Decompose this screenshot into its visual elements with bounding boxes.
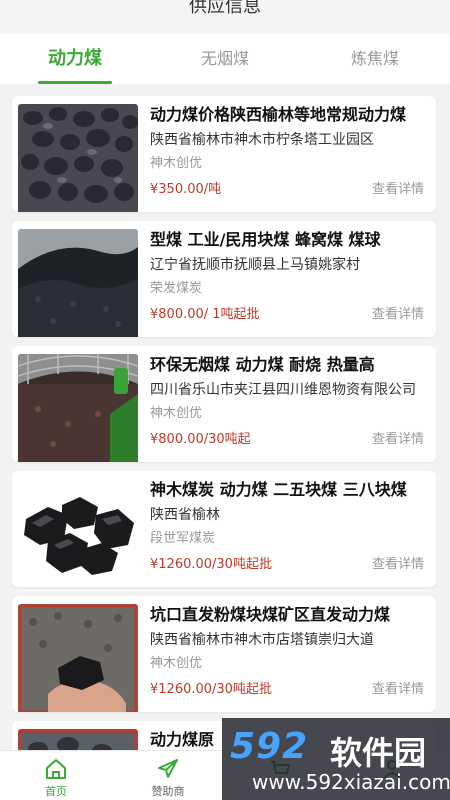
site-watermark: 592 软件园 www.592xiazai.com (222, 718, 450, 800)
product-price: ¥800.00/30吨起 (150, 432, 251, 447)
coal-in-hand-image (18, 604, 138, 712)
product-name: 坑口直发粉煤块煤矿区直发动力煤 (150, 605, 391, 624)
watermark-url: www.592xiazai.com (252, 770, 450, 794)
product-seller: 段世军煤炭 (150, 531, 216, 546)
watermark-logo: 592 (230, 726, 309, 767)
product-name: 动力煤价格陕西榆林等地常规动力煤 (150, 105, 407, 124)
product-image (18, 479, 138, 587)
product-card[interactable]: 神木煤炭 动力煤 二五块煤 三八块煤 陕西省榆林 段世军煤炭 ¥1260.00/… (12, 471, 436, 587)
nav-sponsors-label: 赞助商 (151, 785, 185, 798)
tab-coking-coal[interactable]: 炼焦煤 (300, 34, 450, 84)
product-price: ¥350.00/吨 (150, 182, 222, 197)
coal-heap-image (18, 229, 138, 337)
product-address: 陕西省榆林市神木市店塔镇崇归大道 (150, 632, 374, 648)
coal-kiln-image (18, 354, 138, 462)
product-name: 型煤 工业/民用块煤 蜂窝煤 煤球 (150, 230, 381, 249)
view-details-link[interactable]: 查看详情 (372, 180, 424, 200)
product-card[interactable]: 坑口直发粉煤块煤矿区直发动力煤 陕西省榆林市神木市店塔镇崇归大道 神木创优 ¥1… (12, 596, 436, 712)
product-price: ¥1260.00/30吨起批 (150, 682, 272, 697)
product-price: ¥800.00/ 1吨起批 (150, 307, 260, 322)
product-image (18, 354, 138, 462)
coal-pile-image (18, 104, 138, 212)
tab-anthracite[interactable]: 无烟煤 (150, 34, 300, 84)
product-seller: 荣发煤炭 (150, 281, 203, 296)
product-name: 神木煤炭 动力煤 二五块煤 三八块煤 (150, 480, 407, 499)
view-details-link[interactable]: 查看详情 (372, 430, 424, 450)
page-title: 供应信息 (189, 0, 261, 17)
view-details-link[interactable]: 查看详情 (372, 680, 424, 700)
product-name: 环保无烟煤 动力煤 耐烧 热量高 (150, 355, 375, 374)
page-header: 供应信息 (0, 0, 450, 34)
product-address: 四川省乐山市夹江县四川维恩物资有限公司 (150, 382, 416, 398)
nav-home-label: 首页 (45, 785, 67, 798)
product-price: ¥1260.00/30吨起批 (150, 557, 272, 572)
product-seller: 神木创优 (150, 656, 203, 671)
view-details-link[interactable]: 查看详情 (372, 555, 424, 575)
product-address: 陕西省榆林 (150, 507, 220, 523)
paper-plane-icon (158, 759, 178, 778)
product-image (18, 604, 138, 712)
watermark-text: 软件园 (330, 734, 427, 772)
product-card[interactable]: 型煤 工业/民用块煤 蜂窝煤 煤球 辽宁省抚顺市抚顺县上马镇姚家村 荣发煤炭 ¥… (12, 221, 436, 337)
product-address: 辽宁省抚顺市抚顺县上马镇姚家村 (150, 257, 360, 273)
product-seller: 神木创优 (150, 406, 203, 421)
product-image (18, 229, 138, 337)
coal-lumps-image (18, 479, 138, 587)
home-icon (46, 759, 66, 779)
product-image (18, 104, 138, 212)
category-tabs: 动力煤 无烟煤 炼焦煤 (0, 34, 450, 84)
tab-power-coal[interactable]: 动力煤 (0, 34, 150, 84)
view-details-link[interactable]: 查看详情 (372, 305, 424, 325)
product-card[interactable]: 动力煤价格陕西榆林等地常规动力煤 陕西省榆林市神木市柠条塔工业园区 神木创优 ¥… (12, 96, 436, 212)
product-address: 陕西省榆林市神木市柠条塔工业园区 (150, 132, 374, 148)
nav-sponsors[interactable]: 赞助商 (112, 751, 224, 800)
product-card[interactable]: 环保无烟煤 动力煤 耐烧 热量高 四川省乐山市夹江县四川维恩物资有限公司 神木创… (12, 346, 436, 462)
product-seller: 神木创优 (150, 156, 203, 171)
nav-home[interactable]: 首页 (0, 751, 112, 800)
